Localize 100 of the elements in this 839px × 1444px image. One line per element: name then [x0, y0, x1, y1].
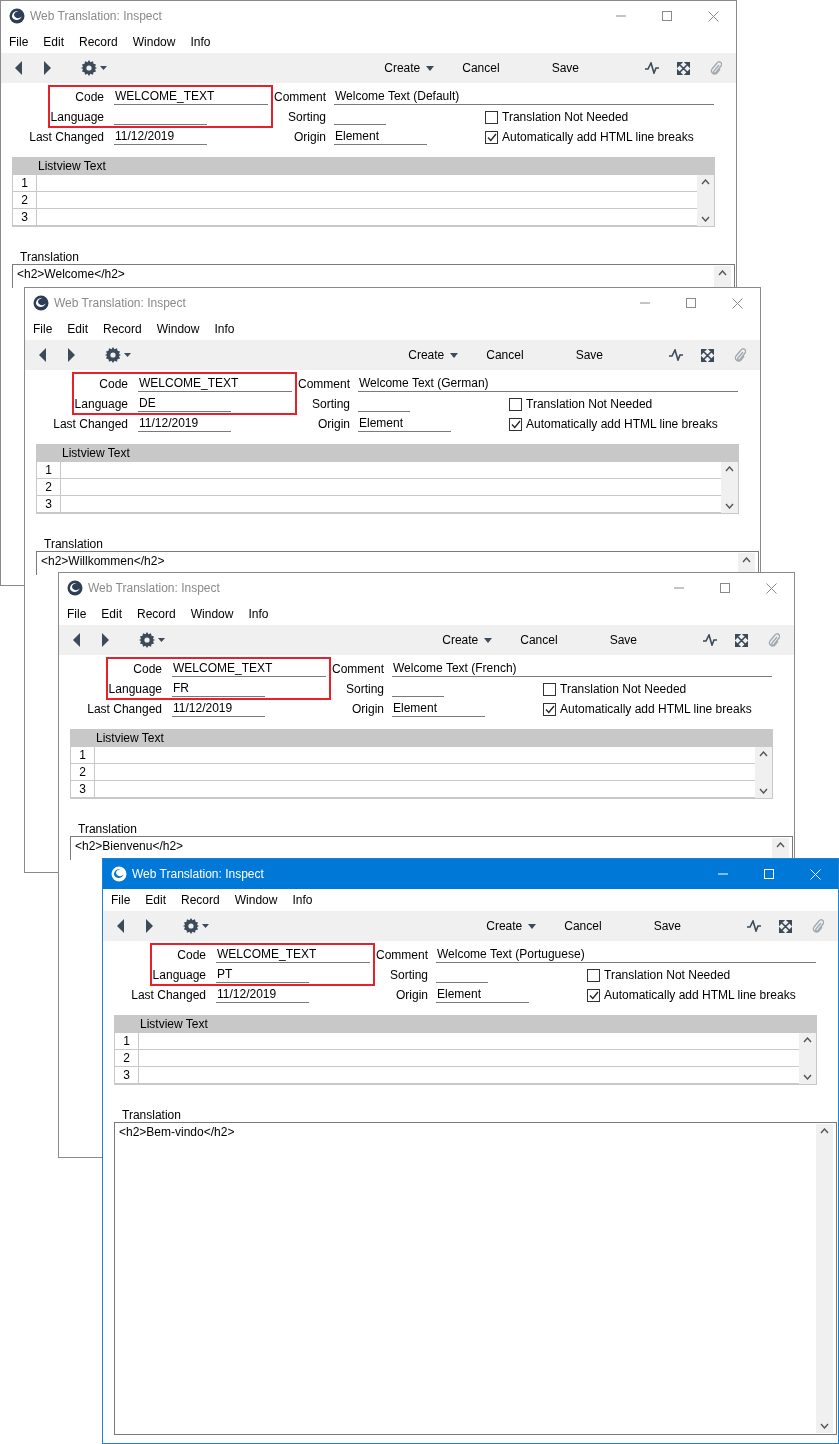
checkbox-option[interactable]: Automatically add HTML line breaks — [543, 702, 794, 716]
scroll-down-icon[interactable] — [820, 1423, 829, 1429]
checkbox[interactable] — [543, 682, 556, 696]
text-area[interactable]: <h2>Bem-vindo</h2> — [114, 1122, 837, 1435]
text-field[interactable]: 11/12/2019 — [138, 416, 231, 432]
column-header: Listview Text — [71, 730, 772, 747]
checkbox[interactable] — [587, 988, 600, 1002]
scroll-down-icon[interactable] — [759, 788, 768, 794]
scrollbar[interactable] — [816, 1124, 833, 1433]
window-title: Web Translation: Inspect — [54, 296, 187, 310]
scrollbar[interactable] — [721, 462, 738, 513]
text-field[interactable]: WELCOME_TEXT — [138, 376, 292, 392]
menu-item[interactable]: Info — [184, 35, 217, 49]
scroll-down-icon[interactable] — [725, 503, 734, 509]
right-arrow-icon — [67, 348, 75, 362]
toolbar-button[interactable]: Cancel — [558, 917, 608, 935]
field-label: Origin — [396, 988, 428, 1002]
scroll-up-icon[interactable] — [803, 1037, 812, 1043]
checkbox[interactable] — [485, 110, 498, 124]
text-field[interactable]: 11/12/2019 — [114, 129, 207, 145]
menu-item[interactable]: Edit — [139, 893, 173, 907]
menu-item[interactable]: Record — [97, 322, 148, 336]
scrollbar[interactable] — [738, 553, 755, 574]
menu-item[interactable]: Window — [184, 607, 240, 621]
checkbox-option[interactable]: Translation Not Needed — [543, 682, 794, 696]
field-label: Code — [99, 377, 128, 391]
menu-item[interactable]: File — [61, 607, 93, 621]
toolbar-button[interactable]: Save — [545, 59, 585, 77]
text-field[interactable]: PT — [216, 967, 309, 983]
checkbox-option[interactable]: Translation Not Needed — [485, 110, 736, 124]
text-field[interactable]: WELCOME_TEXT — [172, 661, 326, 677]
toolbar-button[interactable]: Cancel — [514, 631, 564, 649]
checkbox-option[interactable]: Automatically add HTML line breaks — [485, 130, 736, 144]
checkbox-option[interactable]: Translation Not Needed — [587, 968, 838, 982]
checkbox[interactable] — [587, 968, 600, 982]
expand-icon — [701, 348, 714, 362]
text-field[interactable]: Welcome Text (Portuguese) — [436, 947, 816, 963]
menu-item[interactable]: Record — [175, 893, 226, 907]
toolbar-button[interactable]: Save — [569, 346, 609, 364]
scroll-down-icon[interactable] — [803, 1074, 812, 1080]
menu-item[interactable]: Edit — [37, 35, 71, 49]
text-field[interactable]: FR — [172, 681, 265, 697]
menu-item[interactable]: Record — [131, 607, 182, 621]
menu-item[interactable]: File — [3, 35, 35, 49]
menu-item[interactable]: Info — [208, 322, 241, 336]
text-field[interactable]: Welcome Text (French) — [392, 661, 772, 677]
text-field[interactable]: WELCOME_TEXT — [216, 947, 370, 963]
toolbar-button[interactable]: Create — [436, 631, 499, 649]
toolbar-button[interactable]: Create — [480, 917, 543, 935]
expand-icon — [779, 919, 792, 933]
menu-item[interactable]: File — [105, 893, 137, 907]
toolbar-button[interactable]: Save — [647, 917, 687, 935]
text-field[interactable]: Element — [392, 701, 485, 717]
text-field[interactable]: 11/12/2019 — [216, 987, 309, 1003]
scroll-up-icon[interactable] — [776, 842, 785, 848]
toolbar-button[interactable]: Cancel — [456, 59, 506, 77]
scroll-up-icon[interactable] — [820, 1128, 829, 1134]
scroll-down-icon[interactable] — [701, 216, 710, 222]
toolbar-button[interactable]: Save — [603, 631, 643, 649]
menu-item[interactable]: Edit — [61, 322, 95, 336]
text-field[interactable]: WELCOME_TEXT — [114, 89, 268, 105]
field-label: Last Changed — [131, 988, 206, 1002]
menu-item[interactable]: File — [27, 322, 59, 336]
menu-item[interactable]: Info — [242, 607, 275, 621]
scrollbar[interactable] — [697, 175, 714, 226]
caret-icon — [484, 637, 493, 643]
menu-item[interactable]: Window — [228, 893, 284, 907]
text-field[interactable]: DE — [138, 396, 231, 412]
checkbox[interactable] — [543, 702, 556, 716]
scrollbar[interactable] — [755, 747, 772, 798]
checkbox-option[interactable]: Translation Not Needed — [509, 397, 760, 411]
menu-item[interactable]: Info — [286, 893, 319, 907]
toolbar-button[interactable]: Create — [378, 59, 441, 77]
checkbox[interactable] — [485, 130, 498, 144]
text-field[interactable]: Welcome Text (German) — [358, 376, 738, 392]
scrollbar[interactable] — [799, 1033, 816, 1084]
scroll-up-icon[interactable] — [742, 557, 751, 563]
scroll-up-icon[interactable] — [718, 270, 727, 276]
minimize-icon — [674, 587, 684, 589]
text-field[interactable]: Element — [358, 416, 451, 432]
scroll-up-icon[interactable] — [725, 466, 734, 472]
scrollbar[interactable] — [772, 838, 789, 859]
checkbox[interactable] — [509, 417, 522, 431]
text-field[interactable]: Element — [436, 987, 529, 1003]
menu-item[interactable]: Window — [126, 35, 182, 49]
menu-item[interactable]: Window — [150, 322, 206, 336]
toolbar-button[interactable]: Cancel — [480, 346, 530, 364]
text-field[interactable]: 11/12/2019 — [172, 701, 265, 717]
text-field[interactable]: Element — [334, 129, 427, 145]
scroll-up-icon[interactable] — [701, 179, 710, 185]
menu-item[interactable]: Record — [73, 35, 124, 49]
toolbar-button[interactable]: Create — [402, 346, 465, 364]
scrollbar[interactable] — [714, 266, 731, 287]
checkbox-option[interactable]: Automatically add HTML line breaks — [509, 417, 760, 431]
text-field[interactable]: Welcome Text (Default) — [334, 89, 714, 105]
menu-item[interactable]: Edit — [95, 607, 129, 621]
checkbox[interactable] — [509, 397, 522, 411]
scroll-up-icon[interactable] — [759, 751, 768, 757]
checkbox-option[interactable]: Automatically add HTML line breaks — [587, 988, 838, 1002]
column-header: Listview Text — [13, 158, 714, 175]
